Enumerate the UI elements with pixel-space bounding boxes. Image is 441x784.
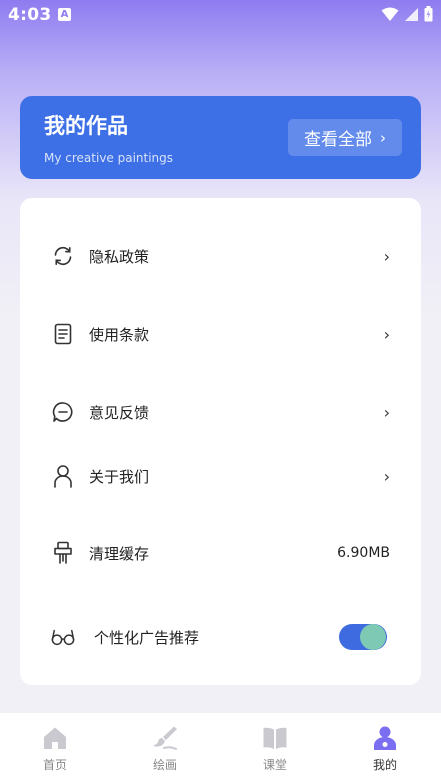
- settings-item-label: 隐私政策: [89, 247, 150, 266]
- nav-label: 课堂: [262, 758, 287, 772]
- document-icon: [51, 322, 75, 346]
- book-icon: [263, 727, 287, 749]
- bottom-navigation: 首页 绘画 课堂 我的: [0, 713, 441, 784]
- chevron-right-icon: ›: [380, 128, 386, 147]
- status-icons: [381, 6, 433, 22]
- settings-item-about-us[interactable]: 关于我们 ›: [20, 456, 421, 496]
- chevron-right-icon: ›: [383, 402, 390, 422]
- nav-item-painting[interactable]: 绘画: [135, 725, 195, 773]
- nav-label: 我的: [372, 758, 397, 772]
- settings-card: 隐私政策 › 使用条款 › 意见反馈 › 关于我们 › 清理缓存 6.90MB …: [20, 198, 421, 685]
- status-time: 4:03: [8, 5, 52, 25]
- nav-item-classroom[interactable]: 课堂: [245, 725, 305, 773]
- settings-item-personalized-ads: 个性化广告推荐: [20, 617, 421, 657]
- profile-icon: [374, 726, 396, 750]
- settings-item-terms-of-use[interactable]: 使用条款 ›: [20, 314, 421, 354]
- settings-item-label: 个性化广告推荐: [94, 628, 200, 647]
- toggle-knob: [360, 624, 386, 650]
- glasses-icon: [51, 625, 75, 649]
- notification-badge: A: [58, 8, 71, 21]
- settings-item-label: 清理缓存: [89, 544, 150, 563]
- settings-item-label: 使用条款: [89, 325, 150, 344]
- paint-brush-icon: [153, 726, 177, 750]
- nav-label: 首页: [42, 758, 67, 772]
- status-bar: 4:03 A: [0, 0, 441, 30]
- nav-label: 绘画: [152, 758, 177, 772]
- chevron-right-icon: ›: [383, 466, 390, 486]
- cache-size-value: 6.90MB: [337, 545, 390, 561]
- nav-item-home[interactable]: 首页: [25, 725, 85, 773]
- settings-item-label: 关于我们: [89, 467, 150, 486]
- chevron-right-icon: ›: [383, 246, 390, 266]
- user-icon: [51, 464, 75, 488]
- settings-item-label: 意见反馈: [89, 403, 150, 422]
- chat-bubble-icon: [51, 400, 75, 424]
- wifi-icon: [381, 7, 399, 21]
- my-works-card[interactable]: 我的作品 My creative paintings 查看全部 ›: [20, 96, 421, 179]
- settings-item-clear-cache[interactable]: 清理缓存 6.90MB: [20, 533, 421, 573]
- home-icon: [44, 727, 66, 749]
- signal-icon: [405, 7, 418, 21]
- works-subtitle: My creative paintings: [44, 151, 174, 165]
- refresh-icon: [51, 244, 75, 268]
- brush-icon: [51, 541, 75, 565]
- view-all-label: 查看全部: [304, 130, 372, 150]
- works-title: 我的作品: [44, 114, 128, 138]
- battery-icon: [424, 6, 433, 22]
- settings-item-privacy-policy[interactable]: 隐私政策 ›: [20, 236, 421, 276]
- personalized-ads-toggle[interactable]: [339, 624, 387, 650]
- view-all-button[interactable]: 查看全部 ›: [288, 119, 402, 156]
- settings-item-feedback[interactable]: 意见反馈 ›: [20, 392, 421, 432]
- chevron-right-icon: ›: [383, 324, 390, 344]
- nav-item-mine[interactable]: 我的: [355, 725, 415, 773]
